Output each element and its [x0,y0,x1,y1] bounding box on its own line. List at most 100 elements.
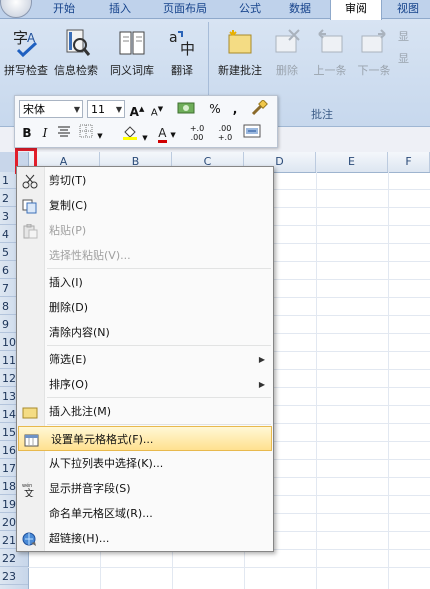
comma-style-button[interactable]: , [229,100,241,118]
row-header[interactable]: 23 [0,568,28,585]
next-comment-label: 下一条 [357,64,391,77]
accounting-format-button[interactable] [171,100,205,118]
grow-font-button[interactable]: A▲ [129,100,145,119]
translate-button[interactable]: a中 翻译 [158,26,206,78]
column-header-e[interactable]: E [316,152,388,172]
next-comment-icon [352,26,396,58]
shrink-font-button[interactable]: A▼ [149,100,165,118]
context-menu: 剪切(T) 复制(C) 粘贴(P) 选择性粘贴(V)... 插入(I) 删除(D… [16,166,274,552]
menu-item-label: 插入(I) [49,276,83,289]
borders-icon [79,124,97,141]
italic-button[interactable]: I [37,124,53,142]
tab-formulas[interactable]: 公式 [228,0,272,18]
menu-item-label: 插入批注(M) [49,405,112,418]
tab-view[interactable]: 视图 [386,0,430,18]
research-button[interactable]: 信息检索 [52,26,100,78]
merge-center-button[interactable] [241,124,263,142]
chevron-down-icon: ▼ [97,132,103,140]
menu-item-format-cells[interactable]: 设置单元格格式(F)... [18,426,272,451]
menu-item-label: 复制(C) [49,199,88,212]
menu-item-paste[interactable]: 粘贴(P) [17,218,273,243]
accounting-icon [177,102,199,119]
menu-item-label: 命名单元格区域(R)... [49,507,153,520]
new-comment-label: 新建批注 [218,64,262,77]
menu-separator [47,424,271,425]
svg-text:文: 文 [24,487,34,497]
svg-text:wén: wén [22,482,32,489]
menu-item-label: 粘贴(P) [49,224,87,237]
hyperlink-icon [22,531,38,546]
tab-data[interactable]: 数据 [278,0,322,18]
next-comment-button[interactable]: 下一条 [352,26,396,78]
format-painter-button[interactable] [249,99,269,119]
font-color-button[interactable]: A ▼ [153,124,181,143]
svg-text:字: 字 [13,29,28,47]
menu-separator [47,268,271,269]
previous-comment-label: 上一条 [313,64,347,77]
menu-item-insert[interactable]: 插入(I) [17,270,273,295]
spell-check-button[interactable]: 字A 拼写检查 [2,26,50,78]
copy-icon [22,198,38,214]
menu-item-label: 清除内容(N) [49,326,110,339]
increase-decimal-button[interactable]: +.0 .00 [185,124,209,142]
menu-item-paste-special[interactable]: 选择性粘贴(V)... [17,243,273,268]
delete-comment-button[interactable]: 删除 [268,26,306,78]
menu-item-clear-contents[interactable]: 清除内容(N) [17,320,273,345]
center-align-button[interactable] [55,124,73,142]
grow-font-icon: A [129,105,139,119]
tab-review[interactable]: 审阅 [330,0,382,20]
menu-item-define-name[interactable]: 命名单元格区域(R)... [17,501,273,526]
previous-comment-button[interactable]: 上一条 [308,26,352,78]
menu-item-copy[interactable]: 复制(C) [17,193,273,218]
menu-item-phonetic-field[interactable]: wén 文 显示拼音字段(S) [17,476,273,501]
thesaurus-label: 同义词库 [110,64,154,77]
ribbon-tab-bar: 开始 插入 页面布局 公式 数据 审阅 视图 [0,0,430,20]
chevron-down-icon: ▼ [142,134,148,142]
menu-item-hyperlink[interactable]: 超链接(H)... [17,526,273,551]
font-size-value: 11 [91,103,105,116]
decrease-decimal-button[interactable]: .00 +.0 [213,124,237,142]
paste-icon [22,223,38,239]
menu-item-pick-from-list[interactable]: 从下拉列表中选择(K)... [17,451,273,476]
fill-color-button[interactable]: ▼ [121,124,149,142]
research-label: 信息检索 [54,64,98,77]
grid-line [316,172,317,589]
office-button[interactable] [0,0,32,18]
font-name-value: 宋体 [23,103,45,116]
show-comment-partial[interactable]: 显 [398,28,409,44]
submenu-arrow-icon: ▶ [258,380,265,389]
format-painter-icon [250,99,268,119]
research-icon [52,26,100,58]
menu-separator [47,397,271,398]
borders-button[interactable]: ▼ [77,124,105,142]
column-header-f[interactable]: F [388,152,430,172]
menu-item-cut[interactable]: 剪切(T) [17,168,273,193]
delete-comment-label: 删除 [276,64,298,77]
cut-icon [22,173,38,189]
menu-separator [47,345,271,346]
menu-item-label: 显示拼音字段(S) [49,482,131,495]
translate-icon: a中 [158,26,206,58]
tab-home[interactable]: 开始 [42,0,86,18]
font-size-combo[interactable]: 11 ▼ [87,100,125,118]
row-header[interactable]: 22 [0,550,28,567]
menu-item-sort[interactable]: 排序(O) ▶ [17,372,273,397]
new-comment-button[interactable]: 新建批注 [214,26,266,78]
tab-page-layout[interactable]: 页面布局 [150,0,220,18]
percent-style-button[interactable]: % [207,100,223,118]
menu-item-delete[interactable]: 删除(D) [17,295,273,320]
spell-check-label: 拼写检查 [4,64,48,77]
spell-check-icon: 字A [2,26,50,58]
menu-item-filter[interactable]: 筛选(E) ▶ [17,347,273,372]
chevron-down-icon: ▼ [115,105,122,114]
chevron-down-icon: ▼ [170,131,176,139]
thesaurus-button[interactable]: 同义词库 [108,26,156,78]
menu-item-insert-comment[interactable]: 插入批注(M) [17,399,273,424]
bold-button[interactable]: B [19,124,35,142]
delete-comment-icon [268,26,306,58]
grid-line [28,567,430,568]
font-name-combo[interactable]: 宋体 ▼ [19,100,83,118]
translate-label: 翻译 [171,64,193,77]
show-all-comments-partial[interactable]: 显 [398,50,409,66]
tab-insert[interactable]: 插入 [98,0,142,18]
